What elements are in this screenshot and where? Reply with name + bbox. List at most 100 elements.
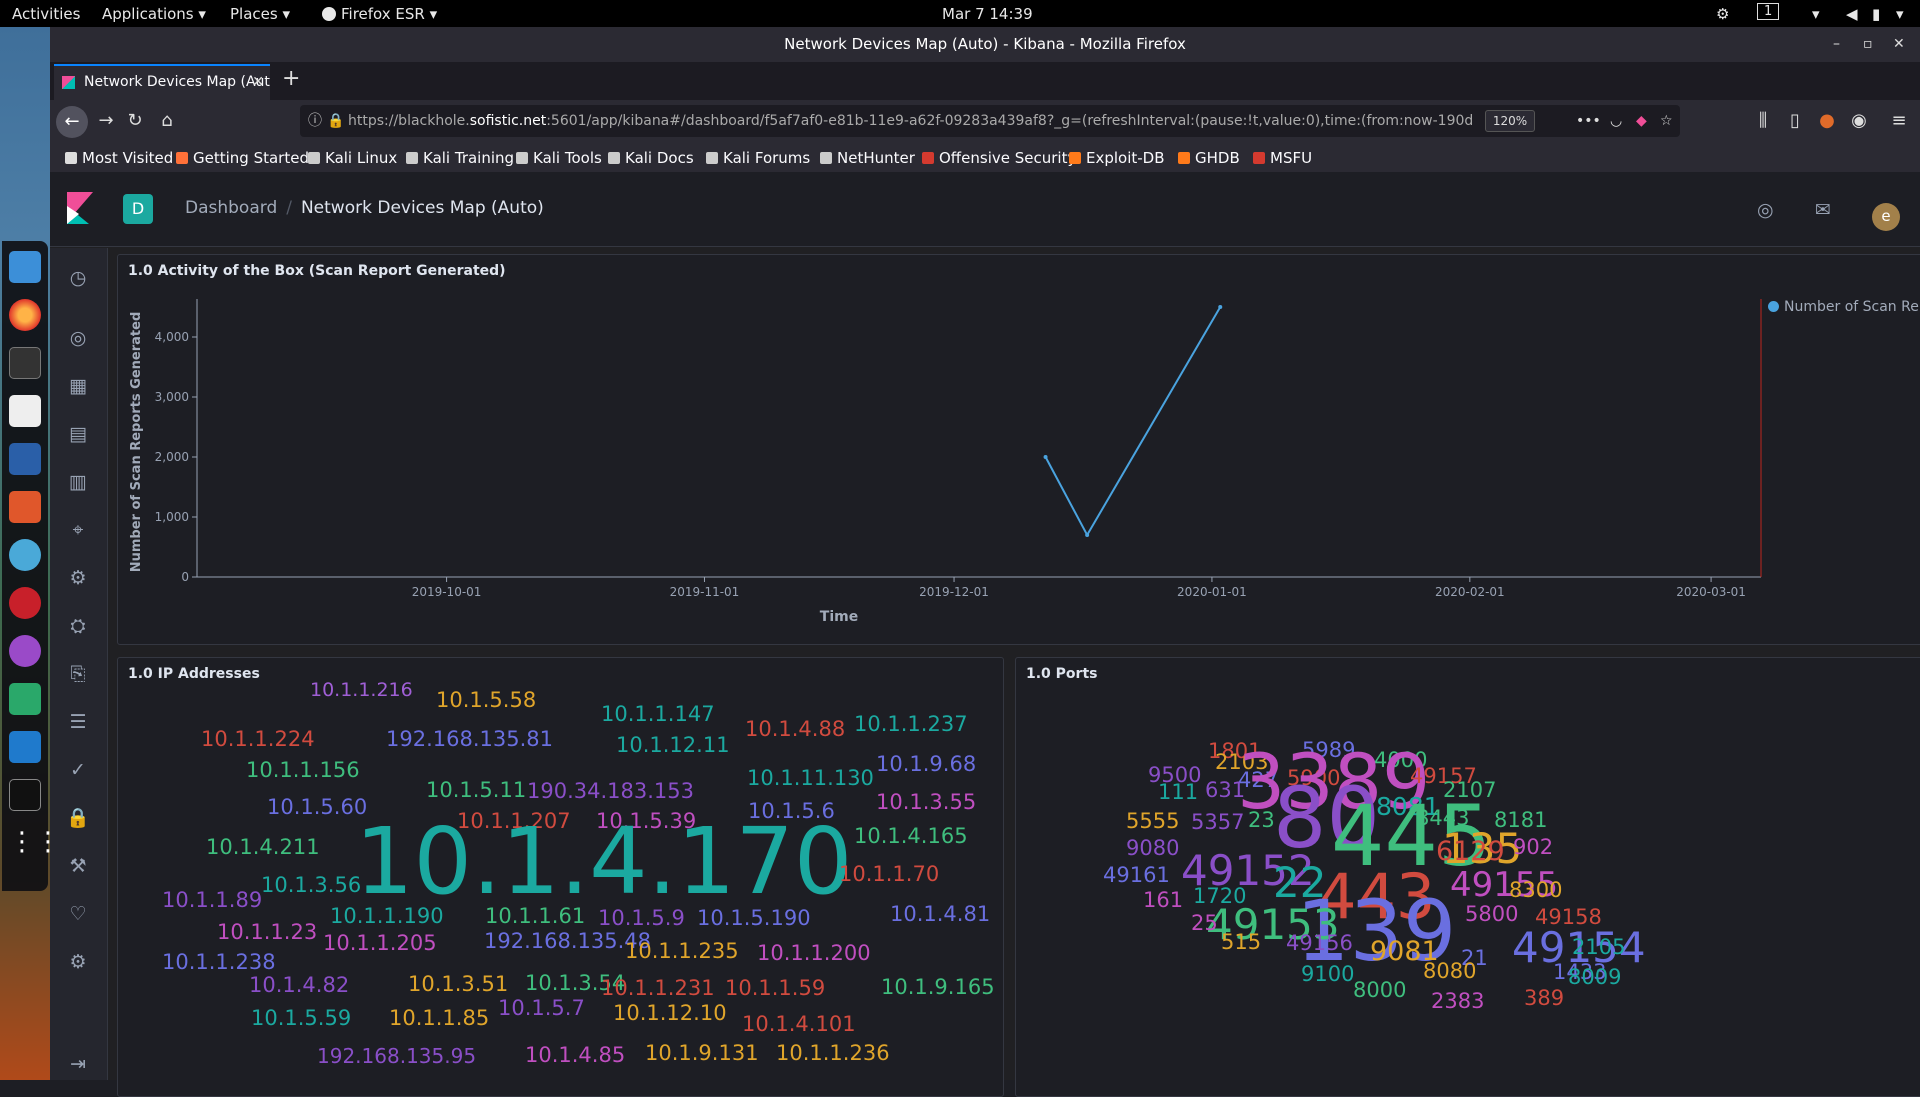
port-tag[interactable]: 23 — [1248, 810, 1275, 831]
bookmark-ghdb[interactable]: GHDB — [1178, 149, 1240, 167]
cherrytree-icon[interactable] — [9, 587, 41, 619]
port-tag[interactable]: 5555 — [1126, 811, 1179, 832]
kibana-logo-icon[interactable] — [67, 192, 93, 224]
bookmark-getting-started[interactable]: Getting Started — [176, 149, 309, 167]
port-tag[interactable]: 902 — [1513, 837, 1553, 858]
show-apps-icon[interactable]: ⋮⋮ — [9, 827, 61, 859]
bookmark-exploit-db[interactable]: Exploit-DB — [1069, 149, 1165, 167]
metasploit-icon[interactable] — [9, 443, 41, 475]
ip-address-tag[interactable]: 10.1.12.10 — [613, 1003, 727, 1024]
text-editor-icon[interactable] — [9, 395, 41, 427]
page-actions-icon[interactable]: ••• — [1576, 105, 1601, 137]
newsfeed-mail-icon[interactable]: ✉ — [1815, 199, 1831, 221]
port-tag[interactable]: 389 — [1524, 988, 1564, 1009]
ip-address-tag[interactable]: 10.1.1.85 — [389, 1008, 489, 1029]
firefox-dock-icon[interactable] — [9, 299, 41, 331]
port-tag[interactable]: 6129 — [1436, 838, 1505, 865]
ip-address-tag[interactable]: 10.1.1.61 — [485, 906, 585, 927]
file-manager-icon[interactable] — [9, 251, 41, 283]
pocket-icon[interactable]: ◡ — [1610, 105, 1622, 137]
reload-button[interactable]: ↻ — [122, 110, 148, 131]
tab-kibana[interactable]: Network Devices Map (Auto) ✕ — [54, 64, 270, 100]
ip-address-tag[interactable]: 10.1.1.216 — [310, 681, 413, 700]
ip-address-tag[interactable]: 10.1.9.165 — [881, 977, 995, 998]
minimize-icon[interactable]: – — [1833, 27, 1840, 62]
home-button[interactable]: ⌂ — [154, 110, 180, 131]
bookmark-nethunter[interactable]: NetHunter — [820, 149, 915, 167]
collapse-nav-icon[interactable]: ⇥ — [64, 1050, 92, 1078]
ip-address-tag[interactable]: 10.1.1.59 — [725, 978, 825, 999]
ip-address-tag[interactable]: 10.1.1.238 — [162, 952, 276, 973]
ip-address-tag[interactable]: 192.168.135.81 — [386, 729, 553, 750]
space-avatar[interactable]: D — [123, 194, 153, 224]
ip-address-tag[interactable]: 10.1.4.165 — [854, 826, 968, 847]
port-tag[interactable]: 25 — [1191, 913, 1218, 934]
close-tab-icon[interactable]: ✕ — [252, 66, 264, 98]
system-menu-icon[interactable]: ▾ — [1896, 5, 1904, 23]
lock-warning-icon[interactable]: 🔒 — [327, 105, 344, 137]
infrastructure-icon[interactable]: ⛭ — [64, 612, 92, 640]
ip-address-tag[interactable]: 10.1.1.231 — [601, 978, 715, 999]
ip-address-tag[interactable]: 10.1.12.11 — [616, 735, 730, 756]
bookmark-kali-forums[interactable]: Kali Forums — [706, 149, 810, 167]
bookmark-offensive-security[interactable]: Offensive Security — [922, 149, 1076, 167]
ip-address-tag[interactable]: 10.1.4.211 — [206, 837, 320, 858]
ip-address-tag[interactable]: 10.1.4.88 — [745, 719, 845, 740]
logs-icon[interactable]: ⎘ — [64, 660, 92, 688]
port-tag[interactable]: 111 — [1158, 782, 1198, 803]
monitoring-heartbeat-icon[interactable]: ♡ — [64, 900, 92, 928]
ip-address-tag[interactable]: 10.1.1.23 — [217, 922, 317, 943]
clock[interactable]: Mar 7 14:39 — [942, 5, 1033, 23]
bookmark-kali-tools[interactable]: Kali Tools — [516, 149, 602, 167]
port-tag[interactable]: 9080 — [1126, 838, 1179, 859]
ip-address-tag[interactable]: 10.1.5.58 — [436, 690, 536, 711]
ip-address-tag[interactable]: 10.1.9.68 — [876, 754, 976, 775]
port-tag[interactable]: 2383 — [1431, 991, 1484, 1012]
ip-address-tag[interactable]: 10.1.3.55 — [876, 792, 976, 813]
port-tag[interactable]: 8300 — [1509, 880, 1562, 901]
terminal-icon[interactable] — [9, 347, 41, 379]
dashboard-icon[interactable]: ▤ — [64, 420, 92, 448]
ip-address-tag[interactable]: 10.1.5.9 — [598, 908, 685, 929]
ip-address-tag[interactable]: 10.1.1.147 — [601, 704, 715, 725]
port-tag[interactable]: 5357 — [1191, 812, 1244, 833]
ip-address-tag[interactable]: 10.1.5.60 — [267, 797, 367, 818]
sidebar-icon[interactable]: ▯ — [1782, 110, 1808, 131]
uptime-icon[interactable]: ✓ — [64, 756, 92, 784]
ip-address-tag[interactable]: 10.1.3.56 — [261, 875, 361, 896]
new-tab-icon[interactable]: + — [282, 66, 300, 91]
apm-icon[interactable]: ☰ — [64, 708, 92, 736]
ip-address-tag[interactable]: 10.1.4.82 — [249, 975, 349, 996]
data-point[interactable] — [1043, 455, 1048, 459]
port-tag[interactable]: 8080 — [1423, 961, 1476, 982]
forward-button[interactable]: → — [93, 110, 119, 131]
discover-compass-icon[interactable]: ◎ — [64, 324, 92, 352]
firefox-app-menu[interactable]: Firefox ESR ▾ — [322, 5, 437, 23]
applications-menu[interactable]: Applications ▾ — [102, 5, 206, 23]
user-avatar[interactable]: e — [1872, 203, 1900, 231]
maps-icon[interactable]: ⌖ — [64, 516, 92, 544]
ip-address-tag[interactable]: 10.1.1.200 — [757, 943, 871, 964]
network-tray-icon[interactable]: ⚙ — [1716, 5, 1729, 23]
bookmark-kali-linux[interactable]: Kali Linux — [308, 149, 397, 167]
data-point[interactable] — [1085, 533, 1090, 537]
close-window-icon[interactable]: ✕ — [1893, 27, 1905, 62]
ip-address-tag[interactable]: 10.1.1.235 — [625, 941, 739, 962]
ip-address-tag[interactable]: 10.1.5.190 — [697, 908, 811, 929]
bookmark-kali-training[interactable]: Kali Training — [406, 149, 514, 167]
ip-address-tag[interactable]: 10.1.4.85 — [525, 1045, 625, 1066]
port-tag[interactable]: 161 — [1143, 890, 1183, 911]
url-bar[interactable]: ⓘ 🔒 https://blackhole.sofistic.net:5601/… — [300, 105, 1680, 137]
vscode-icon[interactable] — [9, 731, 41, 763]
recently-viewed-clock-icon[interactable]: ◷ — [64, 264, 92, 292]
places-menu[interactable]: Places ▾ — [230, 5, 290, 23]
ip-address-tag[interactable]: 192.168.135.95 — [317, 1046, 476, 1066]
chart-legend[interactable]: Number of Scan Rep... — [1768, 299, 1920, 315]
ip-address-tag[interactable]: 10.1.4.81 — [890, 904, 990, 925]
visualize-chart-icon[interactable]: ▦ — [64, 372, 92, 400]
eye-icon[interactable] — [9, 539, 41, 571]
ip-address-tag[interactable]: 10.1.5.59 — [251, 1008, 351, 1029]
zoom-indicator[interactable]: 120% — [1485, 110, 1535, 132]
foxyproxy-icon[interactable]: ● — [1814, 110, 1840, 131]
ip-address-tag[interactable]: 10.1.1.70 — [839, 864, 939, 885]
